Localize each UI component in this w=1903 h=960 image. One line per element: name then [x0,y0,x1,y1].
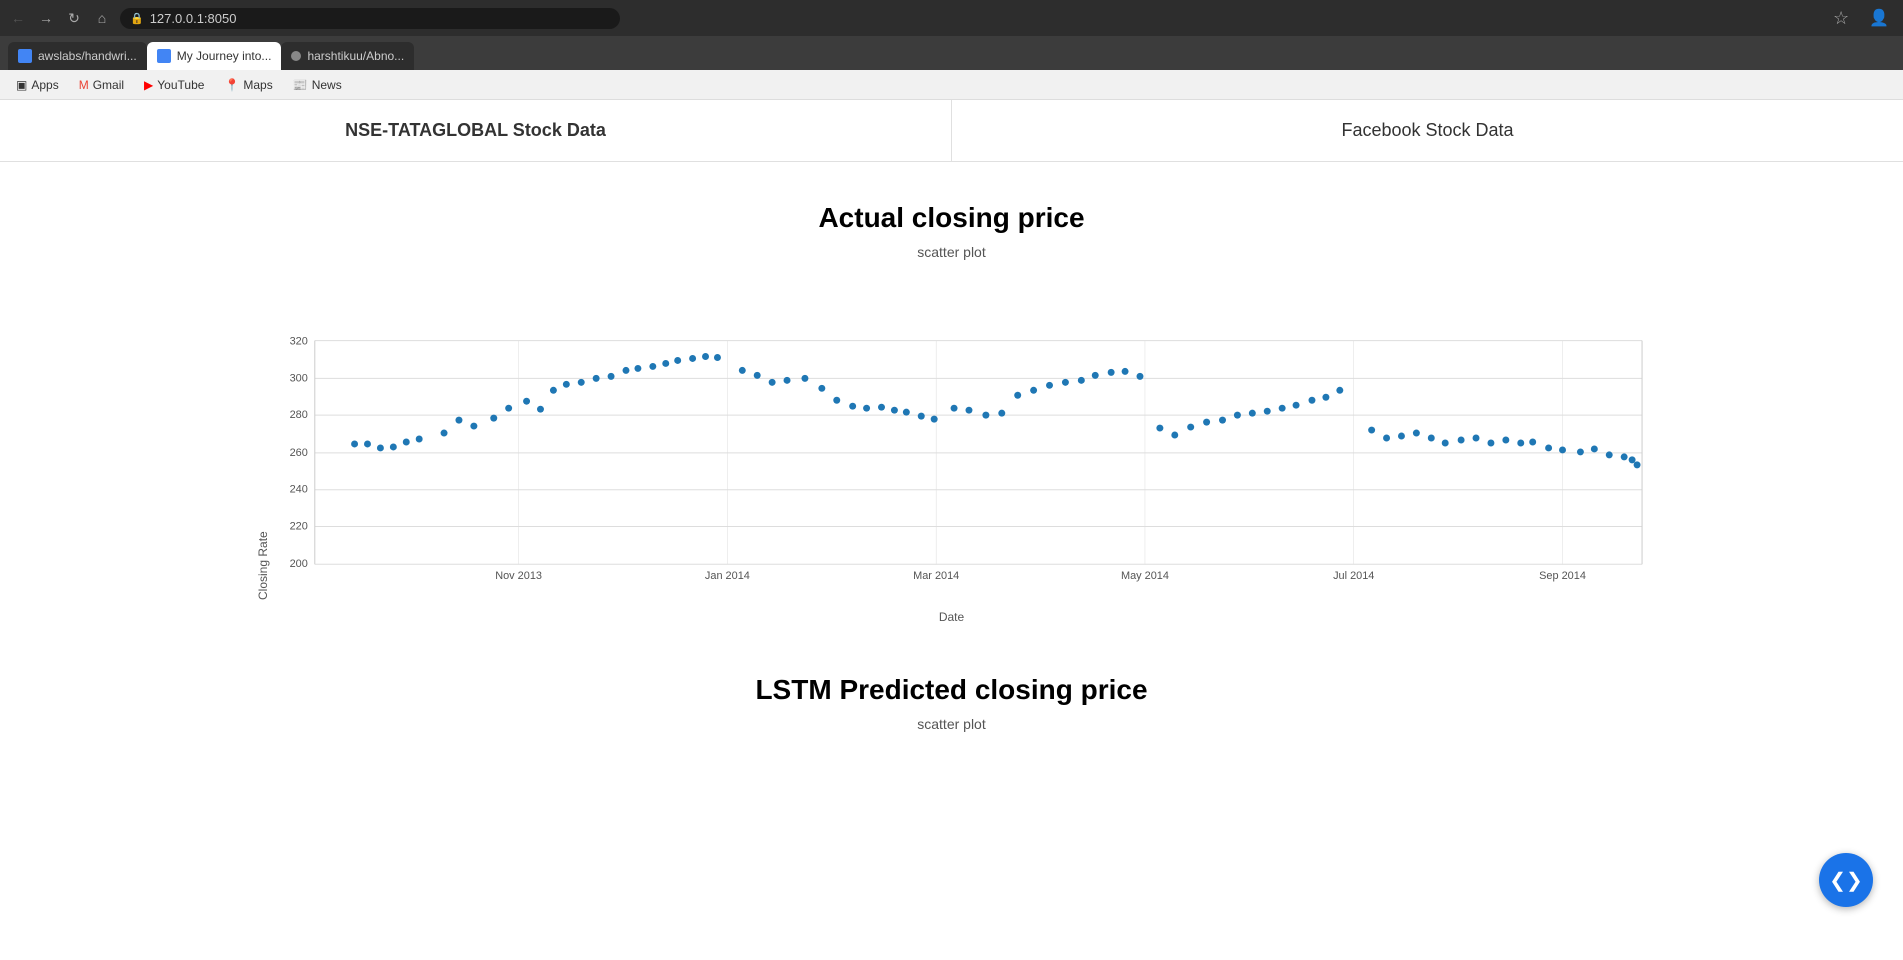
bookmark-youtube[interactable]: ▶ YouTube [136,76,212,94]
news-icon: 📰 [293,78,308,92]
home-button[interactable]: ⌂ [92,8,112,28]
svg-text:320: 320 [289,336,307,348]
x-axis-label: Date [0,610,1903,624]
lstm-section: LSTM Predicted closing price scatter plo… [0,644,1903,772]
bookmark-apps[interactable]: ▣ Apps [8,76,67,94]
page-content: NSE-TATAGLOBAL Stock Data Facebook Stock… [0,100,1903,960]
svg-text:240: 240 [289,484,307,496]
tab-favicon-myjourney [157,49,171,63]
youtube-icon: ▶ [144,78,153,92]
chart-svg: 200 220 240 260 280 300 320 [280,280,1652,600]
address-bar[interactable]: 🔒 127.0.0.1:8050 [120,8,620,29]
back-button[interactable]: ← [8,8,28,28]
svg-text:220: 220 [289,520,307,532]
lstm-subtitle: scatter plot [0,716,1903,732]
svg-text:Jul 2014: Jul 2014 [1333,570,1374,582]
chart-inner: 200 220 240 260 280 300 320 [280,280,1652,600]
bookmarks-bar: ▣ Apps M Gmail ▶ YouTube 📍 Maps 📰 News [0,70,1903,100]
tab-harshtikuu[interactable]: harshtikuu/Abno... [281,42,414,70]
url-text: 127.0.0.1:8050 [150,11,237,26]
svg-text:200: 200 [289,558,307,570]
tab-label-harshtikuu: harshtikuu/Abno... [307,49,404,63]
maps-icon: 📍 [224,78,239,92]
svg-text:Mar 2014: Mar 2014 [913,570,959,582]
svg-text:260: 260 [289,447,307,459]
forward-button[interactable]: → [36,8,56,28]
svg-text:Jan 2014: Jan 2014 [704,570,749,582]
page-nav: NSE-TATAGLOBAL Stock Data Facebook Stock… [0,100,1903,162]
gmail-label: Gmail [93,78,124,92]
svg-text:300: 300 [289,372,307,384]
actual-price-title: Actual closing price [0,202,1903,234]
nav-arrows-icon: ❮❯ [1829,868,1863,893]
tab-label-myjourney: My Journey into... [177,49,272,63]
tab-favicon-harshtikuu [291,51,301,61]
youtube-label: YouTube [157,78,204,92]
actual-price-section: Actual closing price scatter plot Closin… [0,182,1903,644]
bookmark-news[interactable]: 📰 News [285,76,350,94]
profile-icon[interactable]: 👤 [1863,8,1895,28]
browser-chrome: ← → ↻ ⌂ 🔒 127.0.0.1:8050 ☆ 👤 awslabs/han… [0,0,1903,70]
floating-nav-button[interactable]: ❮❯ [1819,853,1873,907]
reload-button[interactable]: ↻ [64,8,84,28]
lstm-title: LSTM Predicted closing price [0,674,1903,706]
maps-label: Maps [243,78,272,92]
nav-nse[interactable]: NSE-TATAGLOBAL Stock Data [0,100,952,161]
apps-label: Apps [31,78,58,92]
bookmark-star[interactable]: ☆ [1827,8,1855,29]
actual-price-chart: Closing Rate 200 220 240 260 280 300 320 [252,280,1652,600]
tab-myjourney[interactable]: My Journey into... [147,42,282,70]
apps-icon: ▣ [16,78,27,92]
bookmark-maps[interactable]: 📍 Maps [216,76,280,94]
svg-text:May 2014: May 2014 [1120,570,1168,582]
svg-text:Sep 2014: Sep 2014 [1539,570,1586,582]
gmail-icon: M [79,78,89,92]
news-label: News [312,78,342,92]
y-axis-label: Closing Rate [252,280,280,600]
browser-nav: ← → ↻ ⌂ 🔒 127.0.0.1:8050 ☆ 👤 [0,0,1903,36]
actual-price-subtitle: scatter plot [0,244,1903,260]
tab-favicon-awslabs [18,49,32,63]
svg-text:280: 280 [289,409,307,421]
lock-icon: 🔒 [130,12,144,25]
svg-text:Nov 2013: Nov 2013 [495,570,542,582]
bookmark-gmail[interactable]: M Gmail [71,76,132,94]
nav-facebook[interactable]: Facebook Stock Data [952,100,1903,161]
tab-label-awslabs: awslabs/handwri... [38,49,137,63]
tabs-bar: awslabs/handwri... My Journey into... ha… [0,36,1903,70]
tab-awslabs[interactable]: awslabs/handwri... [8,42,147,70]
